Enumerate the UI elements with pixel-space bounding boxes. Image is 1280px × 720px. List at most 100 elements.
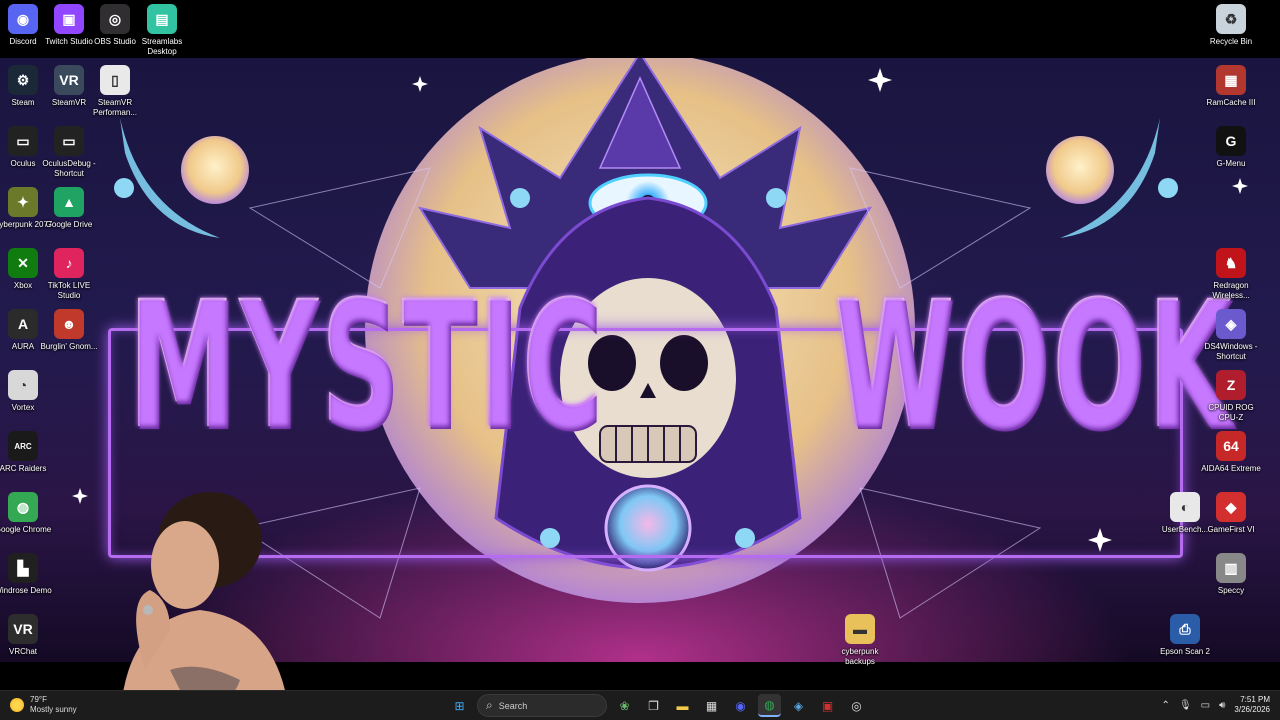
ramcache-icon: ▦ bbox=[1216, 65, 1246, 95]
clock[interactable]: 7:51 PM 3/26/2026 bbox=[1234, 695, 1270, 715]
desktop-icon-label: cyberpunk backups bbox=[841, 647, 879, 666]
weather-temp: 79°F bbox=[30, 695, 47, 704]
file-icon: ▯ bbox=[100, 65, 130, 95]
desktop-icon[interactable]: ♪ TikTok LIVE Studio bbox=[39, 248, 99, 301]
microphone-icon[interactable]: 🎙︎ bbox=[1179, 700, 1192, 711]
desktop-icon[interactable]: ▦ RamCache III bbox=[1201, 65, 1261, 108]
desktop-icon[interactable]: ⎙ Epson Scan 2 bbox=[1155, 614, 1215, 657]
title-word-right: WOOK bbox=[834, 263, 1235, 468]
weather-desc: Mostly sunny bbox=[30, 705, 77, 714]
xbox-icon: ✕ bbox=[8, 248, 38, 278]
desktop-icon-label: Vortex bbox=[11, 403, 35, 412]
discord-icon: ◉ bbox=[8, 4, 38, 34]
desktop-icon-label: RamCache III bbox=[1206, 98, 1256, 107]
clock-date: 3/26/2026 bbox=[1234, 705, 1270, 714]
desktop-icon-label: Burglin' Gnom... bbox=[40, 342, 98, 351]
desktop-icon-label: Google Drive bbox=[45, 220, 93, 229]
obs-icon: ◎ bbox=[100, 4, 130, 34]
taskbar-apps: ⊞ ⌕ Search ❀ ❐ ▬ ▦ ◉ ◍ ◈ ▣ ◎ bbox=[448, 694, 868, 717]
desktop-icon-label: OculusDebug - Shortcut bbox=[42, 159, 96, 178]
speccy-icon: ▥ bbox=[1216, 553, 1246, 583]
desktop-icon-label: AIDA64 Extreme bbox=[1201, 464, 1261, 473]
taskbar: 79°F Mostly sunny ⊞ ⌕ Search ❀ ❐ ▬ ▦ ◉ ◍ ◈ ▣ ◎ ⌃ 🎙︎ ▭… bbox=[0, 690, 1280, 720]
clock-time: 7:51 PM bbox=[1240, 695, 1270, 704]
desktop-icon-label: G-Menu bbox=[1216, 159, 1246, 168]
desktop-icon[interactable]: ▭ OculusDebug - Shortcut bbox=[39, 126, 99, 179]
desktop-icon-label: Speccy bbox=[1217, 586, 1245, 595]
desktop-icon[interactable]: VR VRChat bbox=[0, 614, 53, 657]
desktop-icon-label: AURA bbox=[11, 342, 35, 351]
recycle-bin-icon: ♻ bbox=[1216, 4, 1246, 34]
app-taskbar-icon[interactable]: ◈ bbox=[787, 694, 810, 717]
network-icon[interactable]: ▭ bbox=[1201, 700, 1210, 711]
desktop-icon[interactable]: 64 AIDA64 Extreme bbox=[1201, 431, 1261, 474]
userbench-icon: ◐ bbox=[1170, 492, 1200, 522]
google-drive-icon: ▲ bbox=[54, 187, 84, 217]
desktop-icon[interactable]: ◍ Google Chrome bbox=[0, 492, 53, 535]
epson-icon: ⎙ bbox=[1170, 614, 1200, 644]
desktop-icon[interactable]: ◔ Vortex bbox=[0, 370, 53, 413]
desktop-icon[interactable]: ▲ Google Drive bbox=[39, 187, 99, 230]
chevron-up-icon[interactable]: ⌃ bbox=[1162, 700, 1170, 711]
desktop-icon-label: Recycle Bin bbox=[1209, 37, 1253, 46]
desktop-icon[interactable]: ♞ Redragon Wireless... bbox=[1201, 248, 1261, 301]
task-view-icon[interactable]: ❐ bbox=[642, 694, 665, 717]
widgets-icon[interactable]: ❀ bbox=[613, 694, 636, 717]
desktop-icon[interactable]: ▯ SteamVR Performan... bbox=[85, 65, 145, 118]
desktop-icon-label: Streamlabs Desktop bbox=[141, 37, 183, 56]
chrome-taskbar-icon[interactable]: ◍ bbox=[758, 694, 781, 717]
file-explorer-icon[interactable]: ▬ bbox=[671, 694, 694, 717]
desktop-icon[interactable]: ARC ARC Raiders bbox=[0, 431, 53, 474]
desktop-icon[interactable]: ◈ DS4Windows - Shortcut bbox=[1201, 309, 1261, 362]
vrchat-icon: VR bbox=[8, 614, 38, 644]
desktop-icon[interactable]: Z CPUID ROG CPU-Z bbox=[1201, 370, 1261, 423]
cyberpunk-icon: ✦ bbox=[8, 187, 38, 217]
desktop-icon-label: Google Chrome bbox=[0, 525, 52, 534]
desktop-icon-label: ARC Raiders bbox=[0, 464, 47, 473]
weather-widget[interactable]: 79°F Mostly sunny bbox=[10, 695, 77, 715]
start-button[interactable]: ⊞ bbox=[448, 694, 471, 717]
ds4-icon: ◈ bbox=[1216, 309, 1246, 339]
desktop-icon[interactable]: ▙ Windrose Demo bbox=[0, 553, 53, 596]
desktop-icon-label: SteamVR Performan... bbox=[92, 98, 137, 117]
calculator-icon[interactable]: ▦ bbox=[700, 694, 723, 717]
webcam-overlay bbox=[90, 470, 300, 690]
aura-icon: A bbox=[8, 309, 38, 339]
twitch-icon: ▣ bbox=[54, 4, 84, 34]
vortex-icon: ◔ bbox=[8, 370, 38, 400]
title-word-left: MYSTIC bbox=[128, 263, 605, 468]
desktop-icon-label: DS4Windows - Shortcut bbox=[1204, 342, 1258, 361]
discord-taskbar-icon[interactable]: ◉ bbox=[729, 694, 752, 717]
taskbar-search-input[interactable]: ⌕ Search bbox=[477, 694, 607, 717]
oculus-debug-icon: ▭ bbox=[54, 126, 84, 156]
desktop-icon-label: Windrose Demo bbox=[0, 586, 52, 595]
sun-icon bbox=[10, 698, 24, 712]
cpuz-icon: Z bbox=[1216, 370, 1246, 400]
desktop-icon-label: Steam bbox=[11, 98, 35, 107]
desktop-icon-label: SteamVR bbox=[51, 98, 87, 107]
oculus-icon: ▭ bbox=[8, 126, 38, 156]
desktop-icon[interactable]: ☻ Burglin' Gnom... bbox=[39, 309, 99, 352]
desktop-icon-label: Xbox bbox=[13, 281, 33, 290]
desktop-icon-label: Redragon Wireless... bbox=[1212, 281, 1250, 300]
desktop-icon[interactable]: ▥ Speccy bbox=[1201, 553, 1261, 596]
chrome-icon: ◍ bbox=[8, 492, 38, 522]
desktop-icon[interactable]: ♻ Recycle Bin bbox=[1201, 4, 1261, 47]
desktop-icon-label: GameFirst VI bbox=[1207, 525, 1255, 534]
desktop-icon-label: Oculus bbox=[10, 159, 36, 168]
pdf-taskbar-icon[interactable]: ▣ bbox=[816, 694, 839, 717]
desktop-icon-label: Epson Scan 2 bbox=[1160, 647, 1210, 656]
desktop-icon-label: TikTok LIVE Studio bbox=[47, 281, 91, 300]
g-menu-icon: G bbox=[1216, 126, 1246, 156]
desktop-icon[interactable]: G G-Menu bbox=[1201, 126, 1261, 169]
desktop-icon[interactable]: ▤ Streamlabs Desktop bbox=[132, 4, 192, 57]
desktop[interactable]: MYSTIC WOOK ◉ Discord ▣ Twitch Studio ◎ OBS S… bbox=[0, 0, 1280, 690]
windrose-icon: ▙ bbox=[8, 553, 38, 583]
obs-taskbar-icon[interactable]: ◎ bbox=[845, 694, 868, 717]
volume-icon[interactable]: 🔊︎ bbox=[1219, 700, 1225, 711]
redragon-icon: ♞ bbox=[1216, 248, 1246, 278]
desktop-icon[interactable]: ◆ GameFirst VI bbox=[1201, 492, 1261, 535]
desktop-icon[interactable]: ▬ cyberpunk backups bbox=[830, 614, 890, 667]
desktop-icon-label: OBS Studio bbox=[94, 37, 136, 46]
streamlabs-icon: ▤ bbox=[147, 4, 177, 34]
